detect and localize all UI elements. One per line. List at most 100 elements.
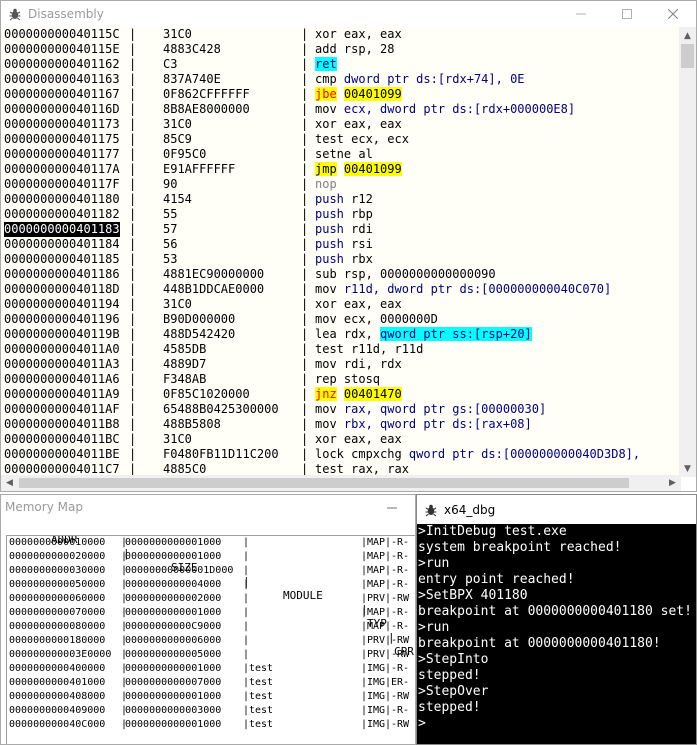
jump-target[interactable]: 00401470 [343, 387, 402, 401]
disasm-address[interactable]: 00000000004011BC [4, 432, 120, 447]
disasm-row[interactable]: 0000000000401183 | 57 | push rdi [1, 222, 681, 237]
disasm-row[interactable]: 0000000000401173 | 31C0 | xor eax, eax [1, 117, 681, 132]
disasm-address[interactable]: 0000000000401194 [4, 297, 120, 312]
column-separator: | [301, 387, 309, 401]
disasm-row[interactable]: 000000000040119B | 488D542420 | lea rdx, qwo… [1, 327, 681, 342]
disasm-address[interactable]: 000000000040119B [4, 327, 120, 342]
disasm-row[interactable]: 00000000004011A3 | 4889D7 | mov rdi, rdx [1, 357, 681, 372]
disasm-address[interactable]: 00000000004011A6 [4, 372, 120, 387]
disasm-address[interactable]: 00000000004011A0 [4, 342, 120, 357]
disasm-row[interactable]: 00000000004011A9 | 0F85C1020000 | jnz 004014… [1, 387, 681, 402]
memory-type: IMG [367, 691, 386, 702]
memory-size: 0000000000001000 [125, 537, 222, 548]
disasm-row[interactable]: 0000000000401194 | 31C0 | xor eax, eax [1, 297, 681, 312]
disasm-address[interactable]: 0000000000401163 [4, 72, 120, 87]
disasm-row[interactable]: 0000000000401182 | 55 | push rbp [1, 207, 681, 222]
disasm-address[interactable]: 00000000004011A3 [4, 357, 120, 372]
disasm-row[interactable]: 00000000004011A0 | 4585DB | test r11d, r11d [1, 342, 681, 357]
console-output[interactable]: >InitDebug test.exe system breakpoint rea… [417, 524, 696, 745]
disasm-row[interactable]: 000000000040115C | 31C0 | xor eax, eax [1, 27, 681, 42]
disasm-address[interactable]: 000000000040117F [4, 177, 120, 192]
disassembly-titlebar[interactable]: Disassembly [1, 1, 696, 27]
disasm-address[interactable]: 0000000000401173 [4, 117, 120, 132]
disasm-address[interactable]: 0000000000401180 [4, 192, 120, 207]
scroll-up-icon[interactable]: ▲ [679, 27, 696, 44]
scrollbar-thumb[interactable] [681, 44, 694, 68]
disasm-address[interactable]: 0000000000401182 [4, 207, 120, 222]
disasm-address[interactable]: 0000000000401184 [4, 237, 120, 252]
disasm-row[interactable]: 0000000000401186 | 4881EC90000000 | sub rsp,… [1, 267, 681, 282]
maximize-icon [622, 9, 632, 19]
column-separator: | [243, 649, 250, 660]
disasm-row[interactable]: 0000000000401184 | 56 | push rsi [1, 237, 681, 252]
memory-map-titlebar[interactable]: Memory Map [1, 495, 415, 519]
disasm-row[interactable]: 000000000040117A | E91AFFFFFF | jmp 00401099 [1, 162, 681, 177]
instruction-operands: rsi [343, 237, 373, 251]
disasm-address[interactable]: 000000000040115C [4, 27, 120, 42]
disasm-row[interactable]: 0000000000401185 | 53 | push rbx [1, 252, 681, 267]
disasm-address[interactable]: 0000000000401175 [4, 132, 120, 147]
disasm-address[interactable]: 000000000040117A [4, 162, 120, 177]
column-separator: | [129, 312, 137, 326]
jump-target[interactable]: 00401099 [343, 162, 402, 176]
console-titlebar[interactable]: x64_dbg [417, 495, 696, 524]
disasm-row[interactable]: 00000000004011A6 | F348AB | rep stosq [1, 372, 681, 387]
scrollbar-thumb[interactable] [19, 478, 629, 488]
scroll-left-icon[interactable]: ◀ [1, 475, 18, 491]
disasm-address[interactable]: 00000000004011B8 [4, 417, 120, 432]
memory-operand[interactable]: qword ptr ss:[rsp+20] [380, 327, 532, 341]
disasm-row[interactable]: 00000000004011AF | 65488B0425300000 | mov ra… [1, 402, 681, 417]
disasm-address[interactable]: 0000000000401196 [4, 312, 120, 327]
column-separator: | [129, 177, 137, 191]
disasm-row[interactable]: 000000000040115E | 4883C428 | add rsp, 28 [1, 42, 681, 57]
disasm-row[interactable]: 0000000000401196 | B90D000000 | mov ecx, 000… [1, 312, 681, 327]
minimize-button[interactable] [369, 495, 415, 521]
column-separator: | [129, 42, 137, 56]
disasm-row[interactable]: 0000000000401180 | 4154 | push r12 [1, 192, 681, 207]
disasm-address[interactable]: 0000000000401167 [4, 87, 120, 102]
disasm-row[interactable]: 0000000000401162 | C3 | ret [1, 57, 681, 72]
scroll-right-icon[interactable]: ▶ [664, 475, 681, 491]
column-separator: | [129, 327, 137, 341]
column-separator: | [129, 402, 137, 416]
disasm-address[interactable]: 000000000040118D [4, 282, 120, 297]
disasm-row[interactable]: 00000000004011BC | 31C0 | xor eax, eax [1, 432, 681, 447]
instruction-mnemonic: xor [315, 117, 337, 131]
disasm-row[interactable]: 0000000000401175 | 85C9 | test ecx, ecx [1, 132, 681, 147]
disasm-row[interactable]: 000000000040118D | 448B1DDCAE0000 | mov r11d… [1, 282, 681, 297]
close-button[interactable] [650, 1, 696, 27]
disasm-row[interactable]: 000000000040117F | 90 | nop [1, 177, 681, 192]
disassembly-listing[interactable]: 000000000040115C | 31C0 | xor eax, eax 000000… [1, 27, 681, 477]
disasm-address[interactable]: 000000000040116D [4, 102, 120, 117]
memory-map-table[interactable]: 0000000000010000 | 0000000000001000 | | MAP | -… [6, 535, 415, 744]
instruction-operands: rax, rax [343, 462, 409, 476]
disasm-row[interactable]: 00000000004011B8 | 488B5808 | mov rbx, qword… [1, 417, 681, 432]
column-separator: | [129, 297, 137, 311]
disasm-address[interactable]: 00000000004011A9 [4, 387, 120, 402]
disasm-row[interactable]: 0000000000401177 | 0F95C0 | setne al [1, 147, 681, 162]
maximize-button[interactable] [604, 1, 650, 27]
disasm-bytes: 4585DB [163, 342, 207, 356]
disassembly-vertical-scrollbar[interactable]: ▲ ▼ [679, 27, 696, 477]
disasm-address[interactable]: 00000000004011AF [4, 402, 120, 417]
disasm-address[interactable]: 0000000000401177 [4, 147, 120, 162]
jump-target[interactable]: 00401099 [343, 87, 402, 101]
disasm-row[interactable]: 0000000000401163 | 837A740E | cmp dword ptr … [1, 72, 681, 87]
scroll-down-icon[interactable]: ▼ [679, 460, 696, 477]
disasm-bytes: 0F85C1020000 [163, 387, 250, 401]
disasm-row[interactable]: 0000000000401167 | 0F862CFFFFFF | jbe 004010… [1, 87, 681, 102]
disasm-address[interactable]: 00000000004011BE [4, 447, 120, 462]
disassembly-horizontal-scrollbar[interactable]: ◀ ▶ [1, 475, 681, 491]
disasm-row[interactable]: 00000000004011BE | F0480FB11D11C200 | lock c… [1, 447, 681, 462]
disasm-address[interactable]: 0000000000401185 [4, 252, 120, 267]
disasm-instruction: nop [315, 177, 337, 192]
disasm-address[interactable]: 0000000000401162 [4, 57, 120, 72]
disasm-row[interactable]: 000000000040116D | 8B8AE8000000 | mov ecx, d… [1, 102, 681, 117]
disasm-address[interactable]: 0000000000401186 [4, 267, 120, 282]
memory-type: MAP [367, 579, 386, 590]
disasm-address[interactable]: 0000000000401183 [4, 222, 120, 237]
memory-size: 00000000000C9000 [125, 621, 222, 632]
column-separator: | [243, 565, 250, 576]
minimize-button[interactable] [558, 1, 604, 27]
disasm-address[interactable]: 000000000040115E [4, 42, 120, 57]
